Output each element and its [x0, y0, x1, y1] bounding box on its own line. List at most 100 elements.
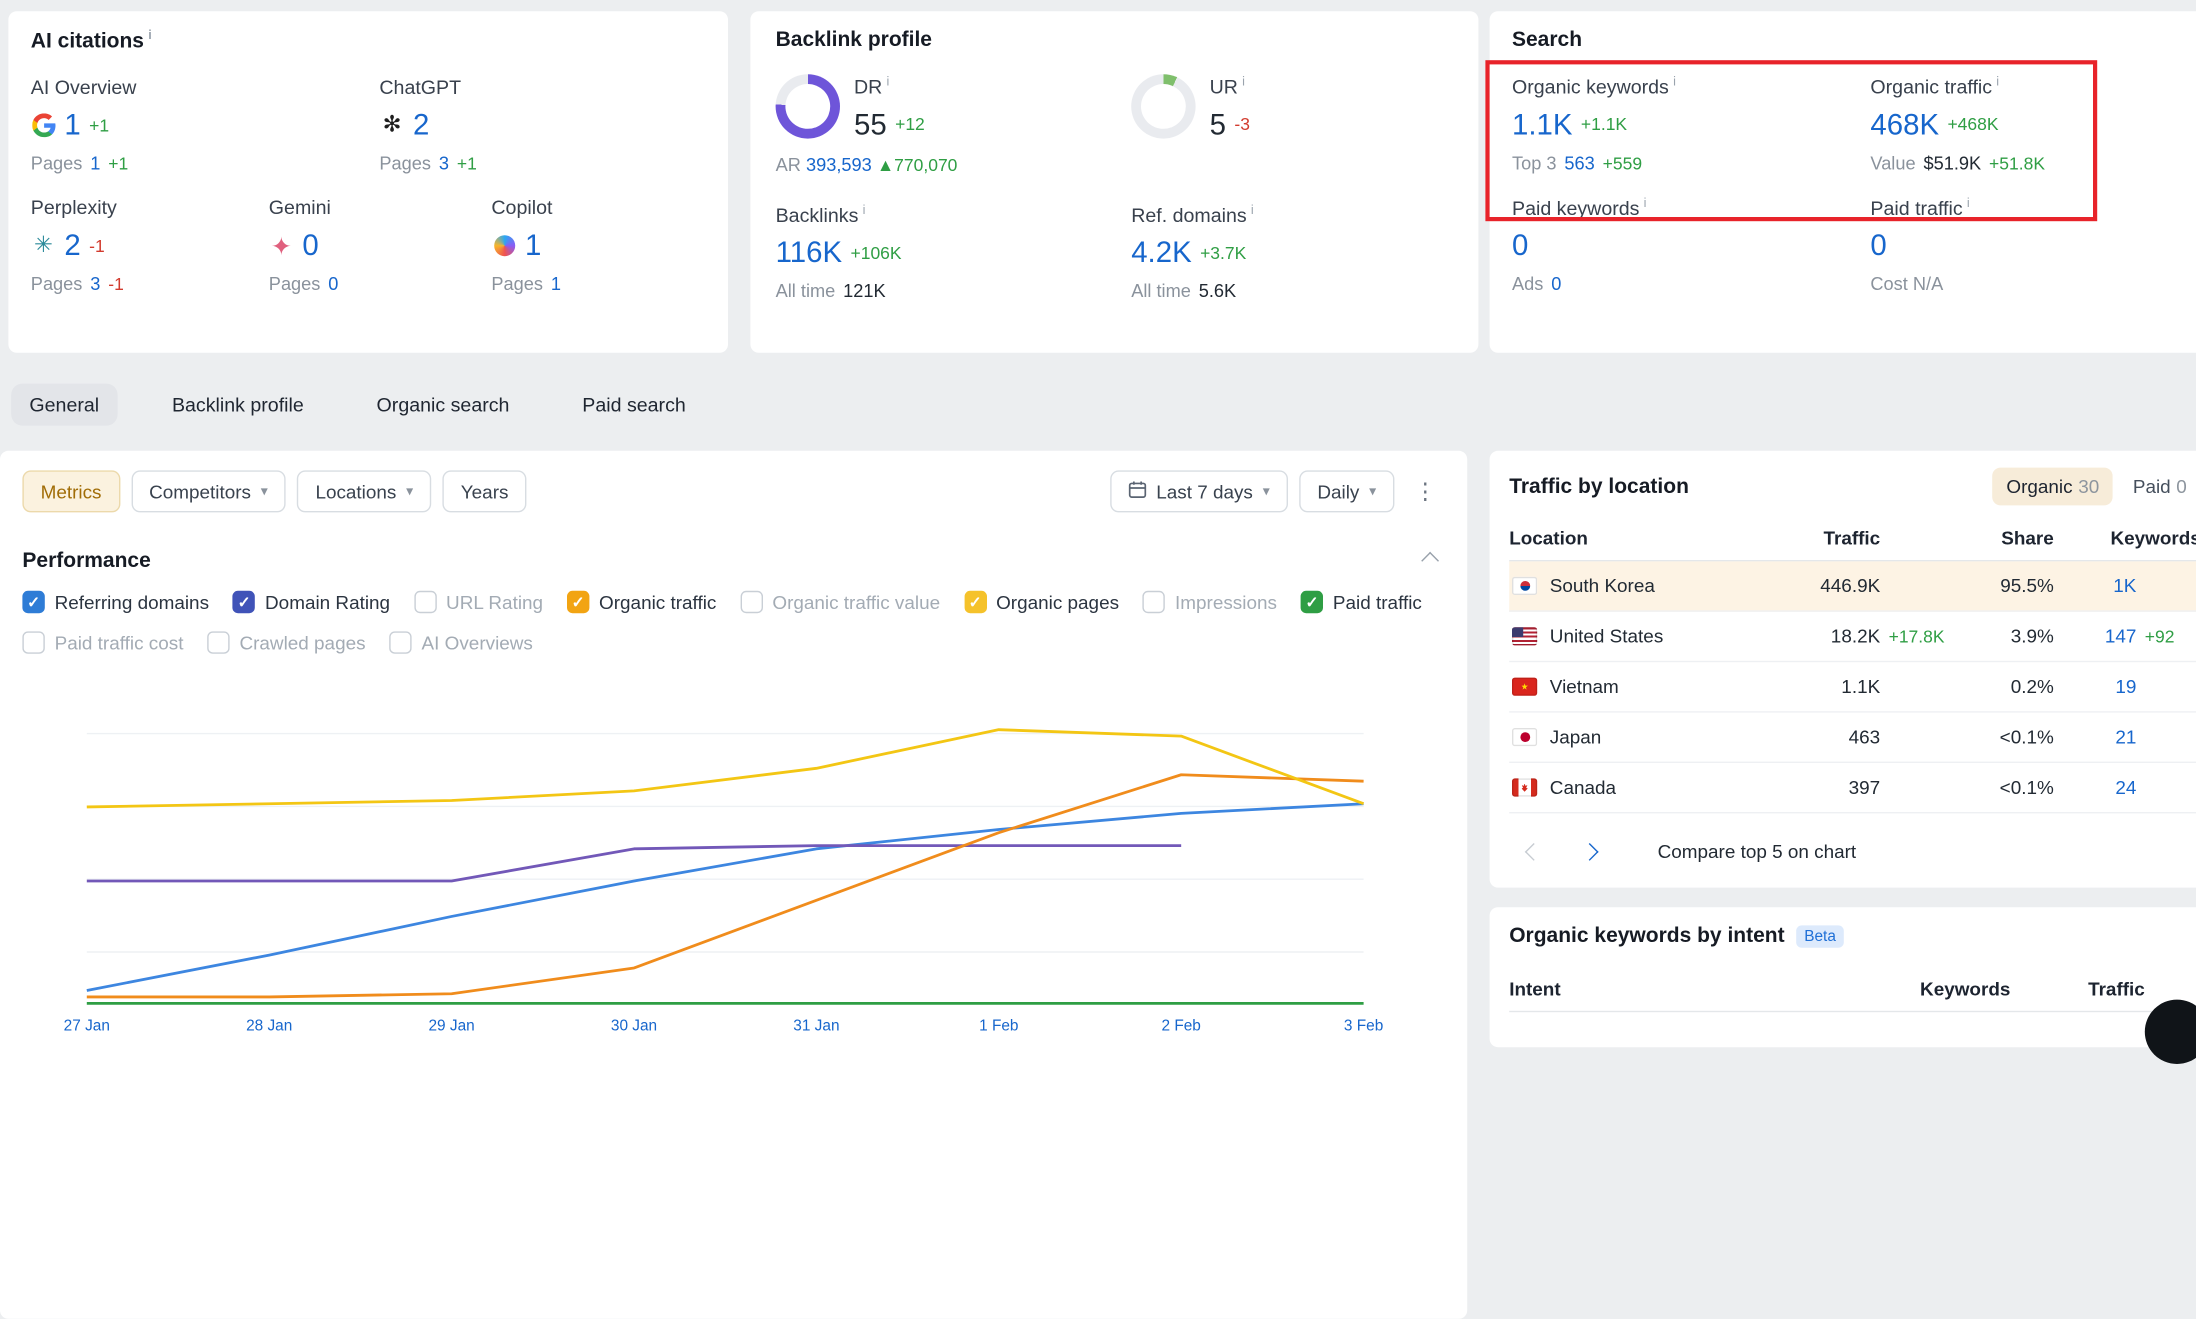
checkbox-domain-rating[interactable]: ✓Domain Rating — [233, 591, 390, 613]
keywords-by-intent-panel: Organic keywords by intent Beta Intent K… — [1490, 907, 2196, 1047]
prev-page-button[interactable] — [1509, 833, 1557, 869]
country-name: Japan — [1550, 727, 1602, 748]
ads-value[interactable]: 0 — [1551, 273, 1561, 294]
top3-value[interactable]: 563 — [1564, 152, 1594, 173]
chevron-down-icon: ▾ — [1369, 484, 1376, 499]
info-icon[interactable]: i — [887, 74, 890, 88]
paid-tab[interactable]: Paid0 — [2119, 468, 2196, 506]
info-icon[interactable]: i — [148, 28, 152, 42]
collapse-chevron-icon[interactable] — [1421, 552, 1439, 570]
info-icon[interactable]: i — [1967, 196, 1970, 210]
checkbox-organic-traffic[interactable]: ✓Organic traffic — [567, 591, 717, 613]
paid-keywords-value[interactable]: 0 — [1512, 231, 1528, 260]
ai-metric-copilot: Copilot 1 Pages 1 — [491, 196, 563, 294]
svg-text:29 Jan: 29 Jan — [428, 1017, 474, 1034]
ar-value[interactable]: 393,593 — [806, 154, 872, 175]
keywords-link[interactable]: 21 — [2054, 727, 2137, 748]
google-icon — [31, 113, 56, 138]
perplexity-icon: ✳ — [31, 233, 56, 258]
perplexity-count[interactable]: 2 — [64, 231, 80, 260]
pages-count[interactable]: 3 — [90, 273, 100, 294]
traffic-value: 18.2K — [1758, 626, 1880, 647]
checkbox-paid-traffic[interactable]: ✓Paid traffic — [1301, 591, 1422, 613]
pages-count[interactable]: 1 — [90, 153, 100, 174]
delta-badge: +468K — [1947, 115, 1998, 135]
paid-traffic-value[interactable]: 0 — [1870, 231, 1886, 260]
delta-badge: -1 — [108, 274, 124, 294]
metrics-button[interactable]: Metrics — [22, 470, 119, 512]
checkbox-organic-traffic-value[interactable]: Organic traffic value — [740, 591, 940, 613]
info-icon[interactable]: i — [1996, 74, 1999, 88]
search-card: Search Organic keywordsi 1.1K+1.1K Top 3… — [1490, 11, 2196, 353]
svg-text:31 Jan: 31 Jan — [793, 1017, 839, 1034]
years-button[interactable]: Years — [443, 470, 527, 512]
svg-text:27 Jan: 27 Jan — [64, 1017, 110, 1034]
info-icon[interactable]: i — [1673, 74, 1676, 88]
metric-label: ChatGPT — [379, 76, 476, 98]
tab-backlink-profile[interactable]: Backlink profile — [154, 384, 322, 426]
table-row[interactable]: Canada 397 <0.1% 24 — [1509, 763, 2196, 813]
checkbox-box: ✓ — [233, 591, 255, 613]
ar-line: AR 393,593 ▲770,070 — [776, 154, 1132, 175]
table-row[interactable]: Japan 463 <0.1% 21 — [1509, 713, 2196, 763]
gemini-count[interactable]: 0 — [302, 231, 318, 260]
table-row[interactable]: South Korea 446.9K 95.5% 1K — [1509, 561, 2196, 611]
next-page-button[interactable] — [1565, 833, 1613, 869]
checkbox-box: ✓ — [964, 591, 986, 613]
checkbox-impressions[interactable]: Impressions — [1143, 591, 1277, 613]
share-value: 3.9% — [1964, 626, 2054, 647]
more-options-button[interactable]: ⋮ — [1406, 475, 1445, 509]
granularity-button[interactable]: Daily▾ — [1299, 470, 1394, 512]
site-explorer-overview: AI citationsi AI Overview 1 +1 Pages 1 +… — [0, 0, 2196, 1026]
ai-metric-perplexity: Perplexity ✳ 2 -1 Pages 3 -1 — [31, 196, 269, 294]
organic-paid-toggle: Organic30 Paid0 — [1992, 468, 2196, 506]
tab-general[interactable]: General — [11, 384, 117, 426]
checkbox-crawled-pages[interactable]: Crawled pages — [207, 631, 365, 653]
checkbox-paid-traffic-cost[interactable]: Paid traffic cost — [22, 631, 183, 653]
competitors-button[interactable]: Competitors▾ — [131, 470, 286, 512]
copilot-count[interactable]: 1 — [525, 231, 541, 260]
date-range-button[interactable]: Last 7 days▾ — [1110, 470, 1288, 512]
chart-toolbar: Metrics Competitors▾ Locations▾ Years La… — [22, 470, 1444, 512]
info-icon[interactable]: i — [1251, 203, 1254, 217]
backlinks-value[interactable]: 116K — [776, 238, 843, 267]
compare-top5-link[interactable]: Compare top 5 on chart — [1658, 841, 1857, 862]
locations-button[interactable]: Locations▾ — [297, 470, 431, 512]
keywords-link[interactable]: 1K — [2054, 575, 2137, 596]
ref-domains-value[interactable]: 4.2K — [1131, 238, 1191, 267]
tab-paid-search[interactable]: Paid search — [564, 384, 704, 426]
info-icon[interactable]: i — [863, 203, 866, 217]
info-icon[interactable]: i — [1242, 74, 1245, 88]
organic-keywords-value[interactable]: 1.1K — [1512, 110, 1572, 139]
checkbox-url-rating[interactable]: URL Rating — [414, 591, 543, 613]
keywords-link[interactable]: 24 — [2054, 777, 2137, 798]
pages-count[interactable]: 3 — [439, 153, 449, 174]
paid-keywords-metric: Paid keywordsi 0 Ads 0 — [1512, 196, 1870, 295]
pages-count[interactable]: 0 — [328, 273, 338, 294]
performance-chart[interactable]: 27 Jan28 Jan29 Jan30 Jan31 Jan1 Feb2 Feb… — [22, 673, 1444, 1034]
checkbox-box: ✓ — [22, 591, 44, 613]
organic-keywords-metric: Organic keywordsi 1.1K+1.1K Top 3 563 +5… — [1512, 74, 1870, 173]
checkbox-organic-pages[interactable]: ✓Organic pages — [964, 591, 1119, 613]
pages-count[interactable]: 1 — [551, 273, 561, 294]
pages-label: Pages — [31, 273, 83, 294]
tab-organic-search[interactable]: Organic search — [358, 384, 527, 426]
checkbox-box — [1143, 591, 1165, 613]
organic-tab[interactable]: Organic30 — [1992, 468, 2113, 506]
delta-badge: +3.7K — [1200, 243, 1246, 263]
keywords-link[interactable]: 147 — [2054, 626, 2137, 647]
chatgpt-count[interactable]: 2 — [413, 111, 429, 140]
delta-badge: +1 — [108, 154, 128, 174]
info-icon[interactable]: i — [1644, 196, 1647, 210]
ai-overview-count[interactable]: 1 — [64, 111, 80, 140]
organic-traffic-value[interactable]: 468K — [1870, 110, 1939, 139]
metric-label: Perplexity — [31, 196, 269, 218]
checkbox-ai-overviews[interactable]: AI Overviews — [389, 631, 533, 653]
calendar-icon — [1128, 480, 1146, 502]
organic-traffic-metric: Organic traffici 468K+468K Value $51.9K … — [1870, 74, 2045, 173]
table-row[interactable]: United States 18.2K +17.8K 3.9% 147 +92 — [1509, 612, 2196, 662]
chat-widget-button[interactable] — [2145, 1000, 2196, 1064]
table-row[interactable]: Vietnam 1.1K 0.2% 19 — [1509, 662, 2196, 712]
keywords-link[interactable]: 19 — [2054, 676, 2137, 697]
checkbox-referring-domains[interactable]: ✓Referring domains — [22, 591, 209, 613]
